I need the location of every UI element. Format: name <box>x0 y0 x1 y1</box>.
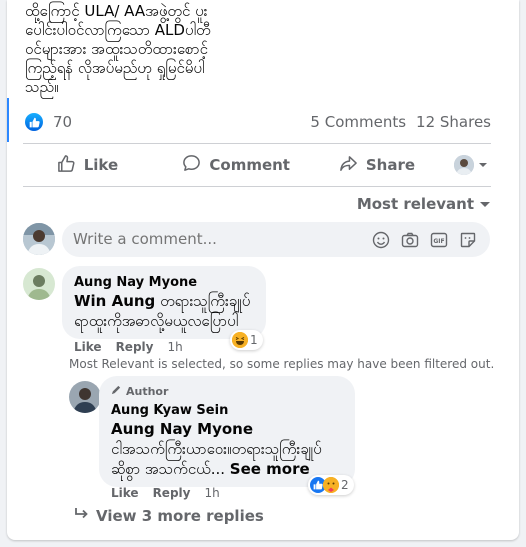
commenter-avatar[interactable] <box>23 268 55 300</box>
thumbs-up-icon <box>57 154 76 177</box>
reply-mention-line: Aung Nay Myone <box>111 419 343 439</box>
mention-tag[interactable]: Win Aung <box>74 292 155 310</box>
reply-reaction-count: 2 <box>341 478 349 492</box>
author-badge-label: Author <box>126 384 169 398</box>
reply-author[interactable]: Aung Kyaw Sein <box>111 402 343 419</box>
chevron-down-icon <box>478 156 488 174</box>
care-emoji-icon <box>323 477 339 493</box>
gif-icon[interactable]: GIF <box>429 230 449 250</box>
post-stats: 5 Comments 12 Shares <box>310 113 491 131</box>
caret-down-icon <box>480 195 490 213</box>
comments-count[interactable]: 5 Comments <box>310 113 406 131</box>
comment-composer[interactable]: GIF <box>62 222 490 257</box>
comment-input[interactable] <box>73 230 363 248</box>
react-as-selector[interactable] <box>451 147 491 183</box>
comment-reply-link[interactable]: Reply <box>116 340 154 354</box>
reply-reply-link[interactable]: Reply <box>153 486 191 500</box>
like-button-label: Like <box>83 156 119 174</box>
comment-timestamp[interactable]: 1h <box>167 340 182 354</box>
reply-meta: Like Reply 1h <box>111 486 220 500</box>
mention-tag[interactable]: Aung Nay Myone <box>111 420 253 438</box>
composer-tools: GIF <box>371 230 478 250</box>
comment-author[interactable]: Aung Nay Myone <box>74 274 254 291</box>
comment-button-label: Comment <box>209 156 290 174</box>
share-button-label: Share <box>365 156 416 174</box>
reply-bubble: Author Aung Kyaw Sein Aung Nay Myone ငါအ… <box>99 376 355 487</box>
reply-like-link[interactable]: Like <box>111 486 139 500</box>
author-badge: Author <box>111 384 343 399</box>
comment-text: Win Aung တရားသူကြီးချုပ် ရာထူးကိုအဓာလို့… <box>74 291 254 331</box>
divider <box>23 186 491 187</box>
comment-meta: Like Reply 1h <box>74 340 183 354</box>
reply-author-avatar[interactable] <box>69 381 101 413</box>
comment-reaction-chip[interactable]: 1 <box>230 330 263 350</box>
comment-sort-dropdown[interactable]: Most relevant <box>357 195 490 213</box>
haha-emoji-icon <box>232 332 248 348</box>
reaction-count: 70 <box>53 113 73 131</box>
sort-label: Most relevant <box>356 195 474 213</box>
reply-reaction-chip[interactable]: 2 <box>308 475 354 495</box>
comment-bubble-icon <box>182 154 201 177</box>
view-more-replies[interactable]: View 3 more replies <box>74 507 264 525</box>
share-arrow-icon <box>339 154 358 177</box>
post-text: ထို့ကြောင့် ULA/ AAအဖွဲ့တွင် ပူး ပေါင်းပ… <box>25 2 211 96</box>
divider <box>23 143 491 144</box>
like-reaction-icon <box>25 113 43 131</box>
svg-text:GIF: GIF <box>433 238 444 245</box>
share-button[interactable]: Share <box>313 147 442 183</box>
reply-timestamp[interactable]: 1h <box>204 486 219 500</box>
comment-reaction-count: 1 <box>250 333 258 347</box>
current-user-avatar[interactable] <box>23 223 55 255</box>
comment-button[interactable]: Comment <box>162 147 311 183</box>
see-more-link[interactable]: See more <box>230 460 310 478</box>
like-button[interactable]: Like <box>23 147 152 183</box>
focus-indicator <box>7 98 9 142</box>
camera-icon[interactable] <box>400 230 420 250</box>
post-action-bar: Like Comment Share <box>23 145 491 185</box>
sticker-icon[interactable] <box>458 230 478 250</box>
reply-arrow-icon <box>74 507 90 525</box>
emoji-icon[interactable] <box>371 230 391 250</box>
pen-icon <box>111 384 122 399</box>
view-more-replies-label: View 3 more replies <box>96 507 264 525</box>
comment-like-link[interactable]: Like <box>74 340 102 354</box>
reactions-summary[interactable]: 70 <box>25 112 72 132</box>
comment-bubble: Aung Nay Myone Win Aung တရားသူကြီးချုပ် … <box>62 266 266 339</box>
reply-text: ငါအသက်ကြီးယာဝေး။တရားသူကြီးချုပ် ဆိုစွာ အ… <box>111 439 343 479</box>
filter-note: Most Relevant is selected, so some repli… <box>69 357 495 371</box>
avatar <box>454 155 475 175</box>
shares-count[interactable]: 12 Shares <box>416 113 491 131</box>
